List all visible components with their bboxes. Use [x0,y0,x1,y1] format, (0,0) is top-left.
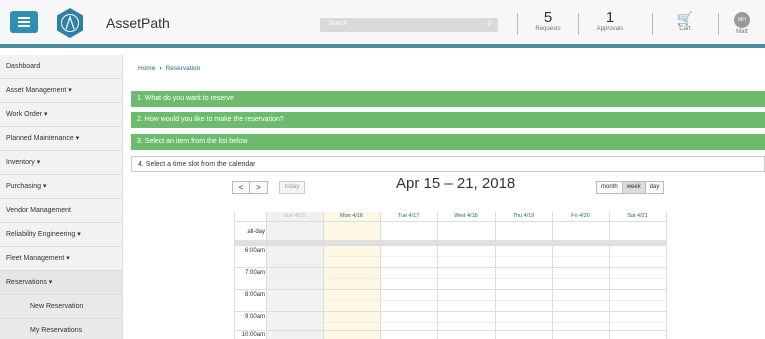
grid-line [437,212,438,339]
grid-line [666,212,667,339]
approvals-counter[interactable]: 1 Approvals [590,9,630,33]
header-divider [652,13,653,35]
requests-label: Requests [535,26,561,32]
breadcrumb: Home › Reservation [138,65,200,72]
grid-line [266,212,267,339]
today-column [323,212,380,339]
user-menu[interactable]: MH Matt [731,12,753,35]
grid-line [323,212,324,339]
main-content: Home › Reservation 1. What do you want to … [124,55,765,339]
step-3-panel[interactable]: 3. Select an item from the list below [131,134,765,150]
sidebar-item-purchasing[interactable]: Purchasing ▾ [0,175,122,199]
next-week-button[interactable]: > [250,181,268,194]
sidebar-item-asset-management[interactable]: Asset Management ▾ [0,79,122,103]
day-view-button[interactable]: day [645,181,665,194]
grid-line [234,289,666,290]
calendar-nav: < > [232,181,268,194]
day-header-mon: Mon 4/16 [340,213,363,219]
grid-line [552,212,553,339]
time-label: 6:00am [244,248,265,254]
sidebar-item-fleet-management[interactable]: Fleet Management ▾ [0,247,122,271]
past-day-column [266,212,323,339]
grid-line [234,267,666,268]
avatar: MH [734,12,750,28]
today-button[interactable]: today [279,181,305,194]
search-placeholder: Search [328,21,348,27]
grid-line [234,245,666,246]
day-header-sun: Sun 4/15 [283,213,306,219]
week-view-button[interactable]: week [622,181,646,194]
sidebar-item-reservations[interactable]: Reservations ▾ [0,271,122,295]
top-header: AssetPath Search ⚲ 5 Requests 1 Approval… [0,0,765,48]
week-calendar-grid[interactable]: Sun 4/15 Mon 4/16 Tue 4/17 Wed 4/18 Thu … [234,212,669,339]
step-4-panel[interactable]: 4. Select a time slot from the calendar [131,156,765,172]
day-header-fri: Fri 4/20 [571,213,590,219]
grid-line [266,278,666,279]
sidebar-nav: Dashboard Asset Management ▾ Work Order … [0,55,123,339]
hamburger-menu-button[interactable] [10,11,38,33]
search-input[interactable]: Search ⚲ [320,18,498,32]
breadcrumb-current[interactable]: Reservation [166,65,201,72]
grid-line [234,221,666,222]
month-view-button[interactable]: month [596,181,623,194]
calendar-title: Apr 15 – 21, 2018 [396,175,516,192]
grid-line [495,212,496,339]
time-label: 7:00am [244,270,265,276]
requests-counter[interactable]: 5 Requests [527,9,569,33]
grid-line [380,212,381,339]
breadcrumb-home-link[interactable]: Home [138,65,155,72]
prev-week-button[interactable]: < [232,181,250,194]
sidebar-item-my-reservations[interactable]: My Reservations [0,319,122,339]
header-divider [578,13,579,35]
time-label: 9:00am [244,314,265,320]
sidebar-item-inventory[interactable]: Inventory ▾ [0,151,122,175]
cart-button[interactable]: 🛒 Cart [673,11,697,33]
sidebar-item-new-reservation[interactable]: New Reservation [0,295,122,319]
cart-label: Cart [679,26,691,32]
sidebar-item-planned-maintenance[interactable]: Planned Maintenance ▾ [0,127,122,151]
grid-line [234,311,666,312]
grid-line [266,322,666,323]
grid-line [266,300,666,301]
user-name: Matt [736,29,748,35]
sidebar-item-work-order[interactable]: Work Order ▾ [0,103,122,127]
search-icon[interactable]: ⚲ [487,20,492,28]
day-header-tue: Tue 4/17 [397,213,420,219]
sidebar-item-dashboard[interactable]: Dashboard [0,55,122,79]
step-2-panel[interactable]: 2. How would you like to make the reserv… [131,112,765,128]
grid-line [266,256,666,257]
view-switcher: month week day [596,181,665,194]
sidebar-item-reliability-engineering[interactable]: Reliability Engineering ▾ [0,223,122,247]
assetpath-logo-icon[interactable] [55,7,85,39]
time-label: 8:00am [244,292,265,298]
grid-line [609,212,610,339]
requests-count: 5 [543,9,553,26]
day-header-thu: Thu 4/19 [512,213,535,219]
day-header-wed: Wed 4/18 [454,213,478,219]
allday-label: all-day [247,229,265,235]
approvals-count: 1 [605,9,615,26]
day-header-sat: Sat 4/21 [627,213,648,219]
time-label: 10:00am [241,332,265,338]
approvals-label: Approvals [596,26,624,32]
cart-icon: 🛒 [676,11,694,26]
sidebar-item-vendor-management[interactable]: Vendor Management [0,199,122,223]
app-title: AssetPath [106,15,170,31]
grid-line [234,212,235,339]
step-1-panel[interactable]: 1. What do you want to reserve [131,91,765,107]
chevron-right-icon: › [159,65,162,72]
header-divider [517,13,518,35]
header-divider [718,13,719,35]
grid-line [234,330,666,331]
